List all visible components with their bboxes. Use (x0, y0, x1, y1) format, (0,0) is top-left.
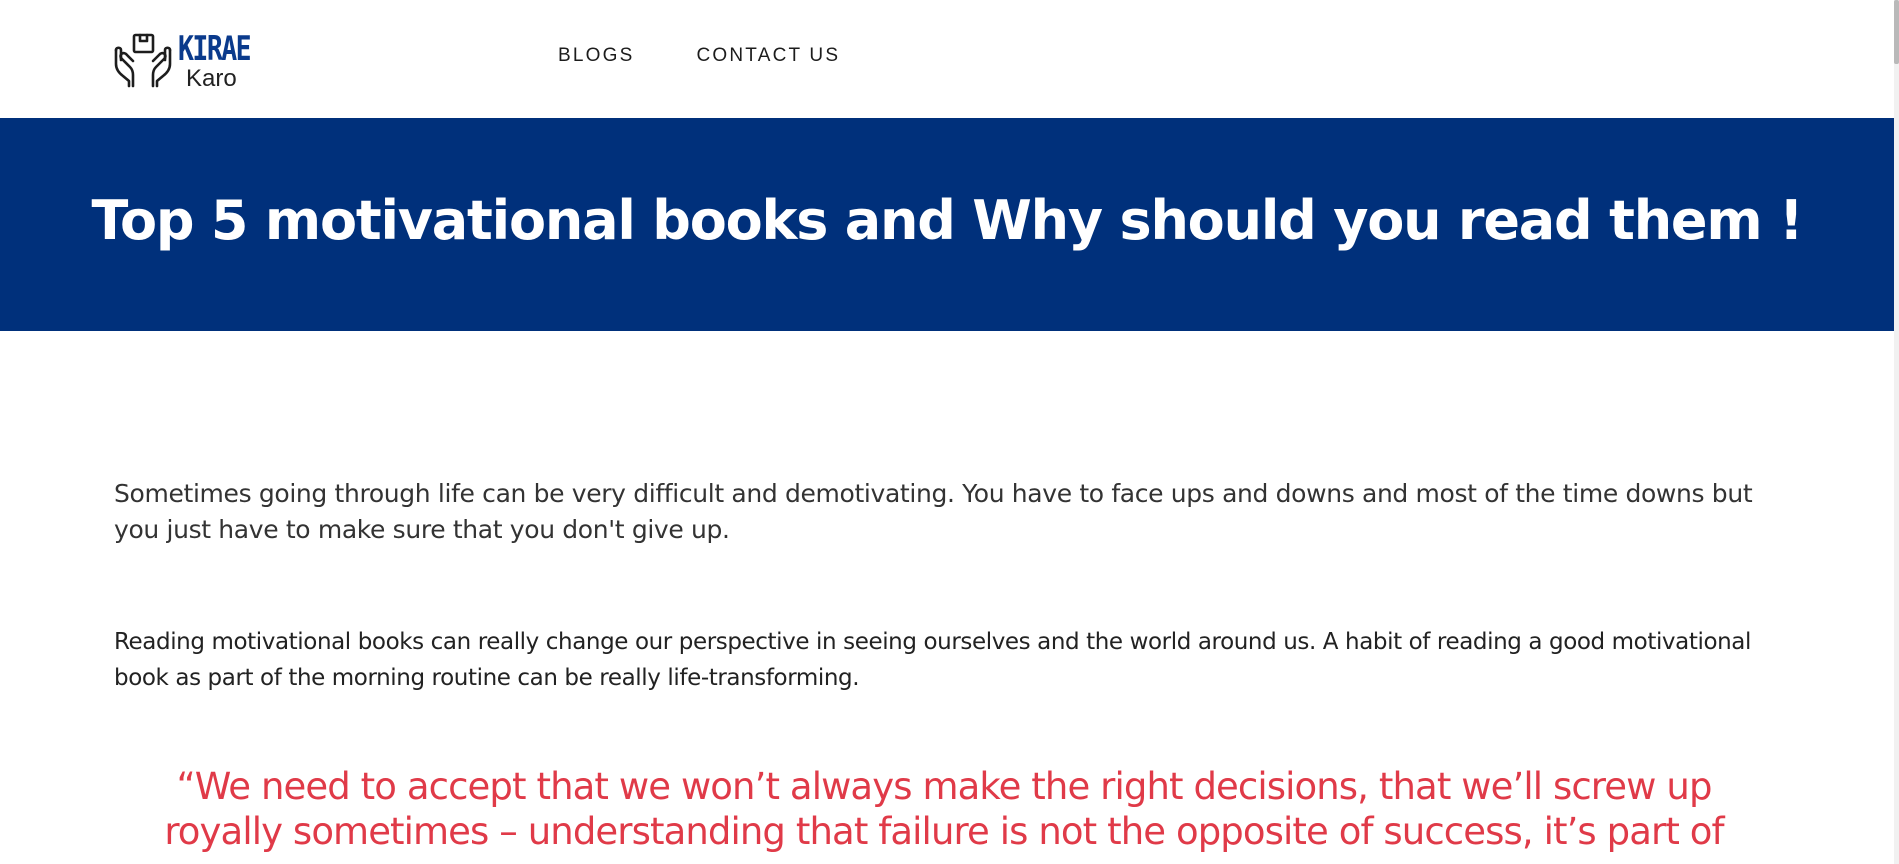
site-header: KIRAE Karo BLOGS CONTACT US (0, 0, 1894, 118)
nav-link-contact-us[interactable]: CONTACT US (696, 44, 840, 68)
article-paragraph-intro: Sometimes going through life can be very… (114, 479, 1753, 544)
logo-brand: KIRAE (178, 29, 252, 69)
article-body: Sometimes going through life can be very… (114, 476, 1794, 853)
nav-link-blogs[interactable]: BLOGS (558, 44, 634, 68)
page: KIRAE Karo BLOGS CONTACT US Top 5 motiva… (0, 0, 1899, 864)
main-nav: BLOGS CONTACT US (558, 44, 902, 68)
page-title: Top 5 motivational books and Why should … (91, 188, 1804, 252)
logo-subtitle: Karo (186, 65, 237, 92)
vertical-scrollbar[interactable] (1894, 0, 1899, 864)
scrollbar-thumb[interactable] (1894, 0, 1899, 64)
hero-banner: Top 5 motivational books and Why should … (0, 118, 1894, 331)
pull-quote: “We need to accept that we won’t always … (164, 765, 1724, 853)
logo[interactable]: KIRAE Karo (112, 28, 262, 92)
hands-holding-box-icon (114, 33, 172, 88)
article-paragraph: Reading motivational books can really ch… (114, 629, 1751, 691)
